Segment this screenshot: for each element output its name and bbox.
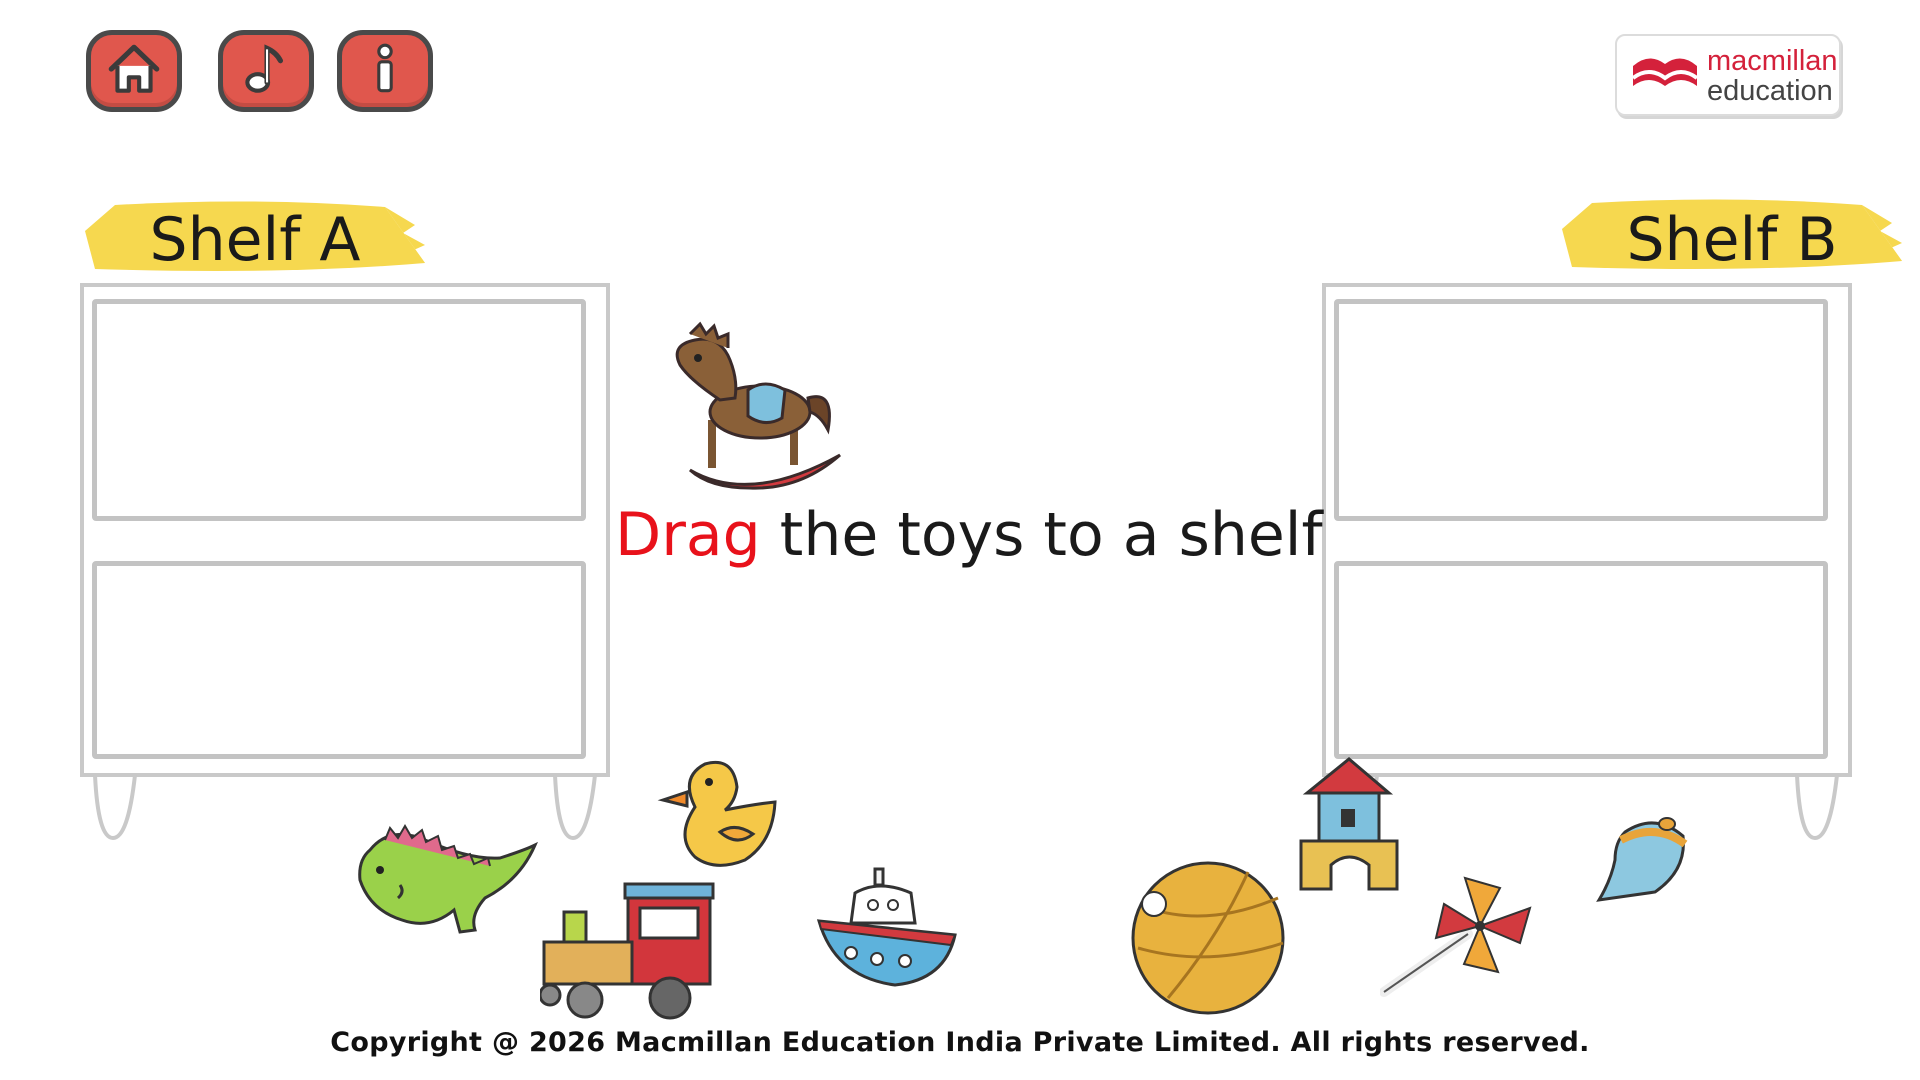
- shelf-b-top-compartment[interactable]: [1334, 299, 1828, 521]
- copyright-footer: Copyright @ 2026 Macmillan Education Ind…: [330, 1027, 1590, 1058]
- macmillan-logo-icon: [1631, 58, 1699, 104]
- boat-icon: [816, 867, 957, 987]
- shelf-b-label: Shelf B: [1562, 193, 1902, 283]
- shelf-a-title: Shelf A: [149, 205, 361, 275]
- toy-ball[interactable]: [1128, 858, 1288, 1018]
- shelf-b: [1322, 283, 1862, 843]
- shelf-a-top-compartment[interactable]: [92, 299, 586, 521]
- train-icon: [540, 882, 715, 1020]
- instruction-rest: the toys to a shelf: [760, 500, 1323, 570]
- toy-boat[interactable]: [815, 865, 965, 995]
- shelf-b-bottom-compartment[interactable]: [1334, 561, 1828, 759]
- logo-line2: education: [1707, 75, 1833, 107]
- instruction-text: Drag the toys to a shelf: [615, 500, 1323, 570]
- pinwheel-icon: [1380, 876, 1532, 997]
- shelf-a-bottom-compartment[interactable]: [92, 561, 586, 759]
- toy-train[interactable]: [540, 880, 720, 1020]
- dinosaur-icon: [358, 824, 538, 934]
- music-note-icon: [235, 38, 297, 104]
- ball-icon: [1131, 861, 1285, 1015]
- duck-icon: [657, 760, 777, 867]
- logo-line1: macmillan: [1707, 45, 1838, 77]
- toy-rocking-horse[interactable]: [650, 320, 850, 500]
- toy-duck[interactable]: [655, 752, 785, 882]
- toy-pinwheel[interactable]: [1380, 868, 1550, 998]
- info-button[interactable]: [337, 30, 433, 112]
- info-icon: [354, 38, 416, 104]
- toy-spinning-top[interactable]: [1595, 810, 1695, 910]
- home-icon: [103, 38, 165, 104]
- toy-dinosaur[interactable]: [350, 820, 540, 950]
- home-button[interactable]: [86, 30, 182, 112]
- instruction-highlight: Drag: [615, 500, 761, 570]
- spinning-top-icon: [1596, 817, 1688, 902]
- shelf-a: [80, 283, 620, 843]
- rocking-horse-icon: [675, 321, 841, 490]
- shelf-b-title: Shelf B: [1626, 205, 1838, 275]
- macmillan-education-logo: macmillan education: [1615, 34, 1841, 116]
- shelf-a-label: Shelf A: [85, 193, 425, 283]
- music-button[interactable]: [218, 30, 314, 112]
